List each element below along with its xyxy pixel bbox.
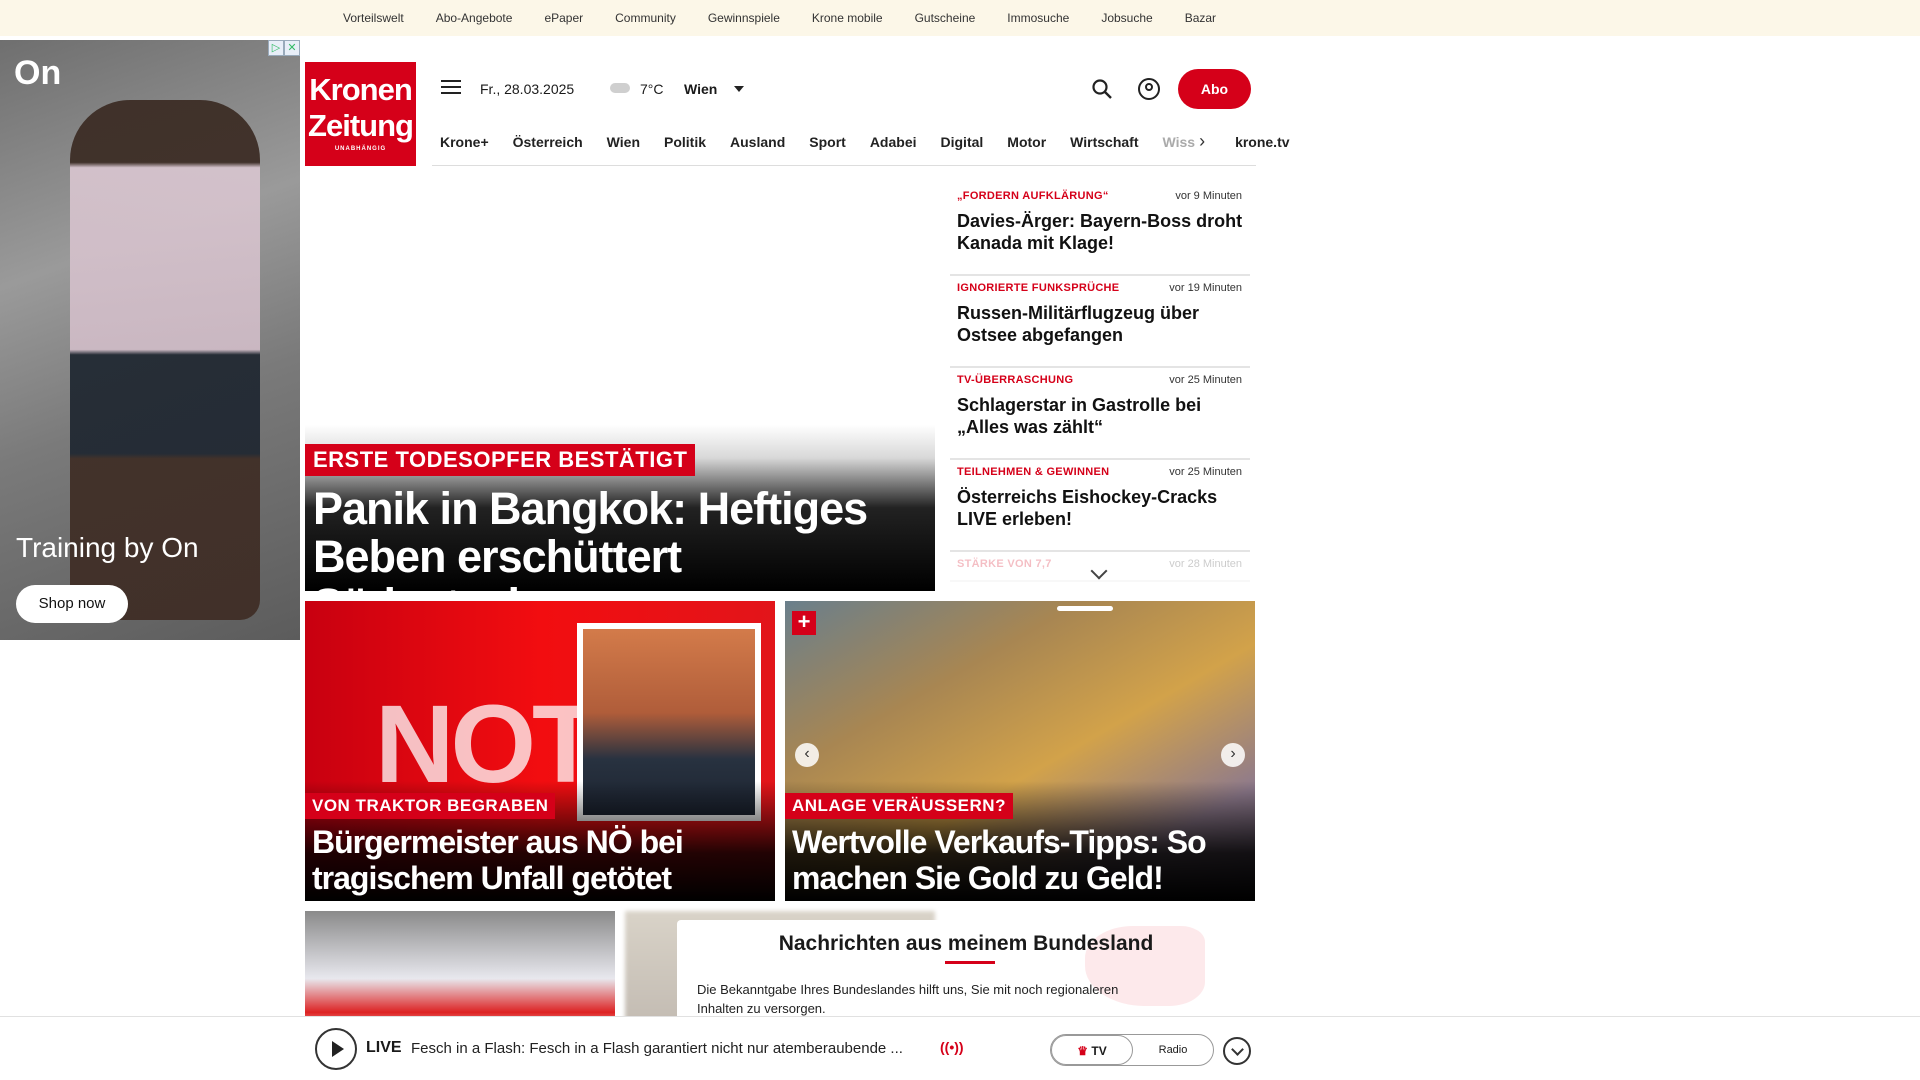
ticker-item[interactable]: TV-ÜBERRASCHUNG vor 25 Minuten Schlagers… bbox=[950, 368, 1250, 460]
ticker-title[interactable]: Österreichs Eishockey-Cracks LIVE erlebe… bbox=[957, 486, 1243, 530]
nav-item-wirtschaft[interactable]: Wirtschaft bbox=[1070, 134, 1138, 150]
logo-line-1: Kronen bbox=[309, 72, 413, 107]
menu-icon[interactable] bbox=[441, 80, 461, 96]
search-icon[interactable] bbox=[1091, 78, 1113, 100]
ad-close-icon[interactable]: ✕ bbox=[284, 40, 300, 56]
utility-link-abo-angebote[interactable]: Abo-Angebote bbox=[436, 11, 513, 25]
nav-scroll-right-icon[interactable]: › bbox=[1199, 131, 1205, 152]
news-ticker: „FORDERN AUFKLÄRUNG“ vor 9 Minuten Davie… bbox=[950, 184, 1250, 582]
collapse-player-icon[interactable] bbox=[1223, 1037, 1251, 1065]
article-card[interactable]: NOTAR VON TRAKTOR BEGRABEN Bürgermeister… bbox=[305, 601, 775, 901]
ad-tagline: Training by On bbox=[16, 532, 199, 563]
nav-item-krone-tv[interactable]: krone.tv bbox=[1235, 134, 1289, 150]
carousel-prev-icon[interactable]: ‹ bbox=[795, 743, 819, 767]
ticker-time: vor 9 Minuten bbox=[1175, 190, 1242, 202]
ad-info-icon[interactable]: ▷ bbox=[268, 40, 284, 56]
nav-item-wien[interactable]: Wien bbox=[607, 134, 640, 150]
nav-item-krone-plus[interactable]: Krone+ bbox=[440, 134, 489, 150]
abo-button[interactable]: Abo bbox=[1178, 69, 1251, 109]
chevron-down-icon[interactable] bbox=[734, 86, 744, 92]
dialog-title: Nachrichten aus meinem Bundesland bbox=[778, 932, 1154, 955]
radio-option[interactable]: Radio bbox=[1133, 1035, 1213, 1065]
utility-link-bazar[interactable]: Bazar bbox=[1185, 11, 1216, 25]
ad-brand-logo: On bbox=[14, 54, 62, 92]
ticker-item[interactable]: IGNORIERTE FUNKSPRÜCHE vor 19 Minuten Ru… bbox=[950, 276, 1250, 368]
hero-kicker: ERSTE TODESOPFER BESTÄTIGT bbox=[305, 444, 696, 476]
utility-link-jobsuche[interactable]: Jobsuche bbox=[1101, 11, 1152, 25]
broadcast-icon: ((•)) bbox=[940, 1039, 964, 1055]
live-player: LIVE Fesch in a Flash: Fesch in a Flash … bbox=[0, 1016, 1920, 1080]
city-select[interactable]: Wien bbox=[684, 81, 717, 97]
stream-title[interactable]: Fesch in a Flash: Fesch in a Flash garan… bbox=[411, 1040, 931, 1057]
tv-option-label: TV bbox=[1091, 1044, 1107, 1058]
utility-link-community[interactable]: Community bbox=[615, 11, 676, 25]
ticker-time: vor 25 Minuten bbox=[1169, 466, 1242, 478]
crown-icon: ♛ bbox=[1077, 1044, 1089, 1058]
utility-link-gewinnspiele[interactable]: Gewinnspiele bbox=[708, 11, 780, 25]
dialog-body: Die Bekanntgabe Ihres Bundeslandes hilft… bbox=[697, 982, 1119, 1016]
ticker-time: vor 28 Minuten bbox=[1169, 558, 1242, 570]
nav-item-adabei[interactable]: Adabei bbox=[870, 134, 917, 150]
ticker-time: vor 19 Minuten bbox=[1169, 282, 1242, 294]
nav-item-wissen[interactable]: Wiss bbox=[1163, 134, 1196, 150]
article-card[interactable]: + ‹ › ANLAGE VERÄUSSERN? Wertvolle Verka… bbox=[785, 601, 1255, 901]
utility-link-epaper[interactable]: ePaper bbox=[544, 11, 583, 25]
nav-item-oesterreich[interactable]: Österreich bbox=[513, 134, 583, 150]
ad-shop-button[interactable]: Shop now bbox=[16, 585, 128, 623]
cloud-icon bbox=[610, 83, 630, 93]
dialog-title-underline bbox=[945, 961, 995, 964]
card-title[interactable]: Bürgermeister aus NÖ bei tragischem Unfa… bbox=[312, 824, 772, 896]
ticker-item[interactable]: „FORDERN AUFKLÄRUNG“ vor 9 Minuten Davie… bbox=[950, 184, 1250, 276]
carousel-next-icon[interactable]: › bbox=[1221, 743, 1245, 767]
utility-link-gutscheine[interactable]: Gutscheine bbox=[915, 11, 976, 25]
advertisement[interactable]: On ▷ ✕ Training by On Shop now bbox=[0, 40, 300, 640]
utility-link-vorteilswelt[interactable]: Vorteilswelt bbox=[343, 11, 404, 25]
logo-line-3: UNABHÄNGIG bbox=[334, 146, 387, 152]
tv-radio-toggle[interactable]: ♛ TV Radio bbox=[1050, 1034, 1214, 1066]
ticker-time: vor 25 Minuten bbox=[1169, 374, 1242, 386]
nav-item-sport[interactable]: Sport bbox=[809, 134, 846, 150]
ticker-title[interactable]: Davies-Ärger: Bayern-Boss droht Kanada m… bbox=[957, 210, 1243, 254]
carousel-progress bbox=[1057, 606, 1113, 611]
tv-option[interactable]: ♛ TV bbox=[1051, 1035, 1133, 1065]
nav-item-motor[interactable]: Motor bbox=[1007, 134, 1046, 150]
ticker-title[interactable]: Russen-Militärflugzeug über Ostsee abgef… bbox=[957, 302, 1243, 346]
utility-link-immosuche[interactable]: Immosuche bbox=[1007, 11, 1069, 25]
card-kicker: VON TRAKTOR BEGRABEN bbox=[305, 793, 556, 819]
account-icon[interactable] bbox=[1138, 78, 1160, 100]
temperature: 7°C bbox=[640, 81, 664, 97]
main-nav: Krone+ Österreich Wien Politik Ausland S… bbox=[432, 118, 1290, 166]
nav-item-digital[interactable]: Digital bbox=[941, 134, 984, 150]
site-logo[interactable]: Kronen Zeitung UNABHÄNGIG bbox=[305, 62, 416, 166]
nav-item-politik[interactable]: Politik bbox=[664, 134, 706, 150]
current-date: Fr., 28.03.2025 bbox=[480, 81, 575, 97]
page: Vorteilswelt Abo-Angebote ePaper Communi… bbox=[0, 0, 1920, 1080]
ad-choices[interactable]: ▷ ✕ bbox=[268, 40, 300, 56]
card-kicker: ANLAGE VERÄUSSERN? bbox=[785, 793, 1013, 819]
card-title[interactable]: Wertvolle Verkaufs-Tipps: So machen Sie … bbox=[792, 824, 1252, 896]
ticker-title[interactable]: Schlagerstar in Gastrolle bei „Alles was… bbox=[957, 394, 1243, 438]
krone-plus-icon: + bbox=[792, 611, 816, 635]
utility-link-krone-mobile[interactable]: Krone mobile bbox=[812, 11, 883, 25]
nav-item-ausland[interactable]: Ausland bbox=[730, 134, 785, 150]
utility-nav: Vorteilswelt Abo-Angebote ePaper Communi… bbox=[0, 0, 1920, 36]
ticker-item[interactable]: TEILNEHMEN & GEWINNEN vor 25 Minuten Öst… bbox=[950, 460, 1250, 552]
logo-line-2: Zeitung bbox=[308, 108, 414, 143]
hero-article[interactable]: ERSTE TODESOPFER BESTÄTIGT Panik in Bang… bbox=[305, 175, 935, 629]
play-icon[interactable] bbox=[315, 1028, 357, 1070]
live-label: LIVE bbox=[366, 1039, 402, 1056]
